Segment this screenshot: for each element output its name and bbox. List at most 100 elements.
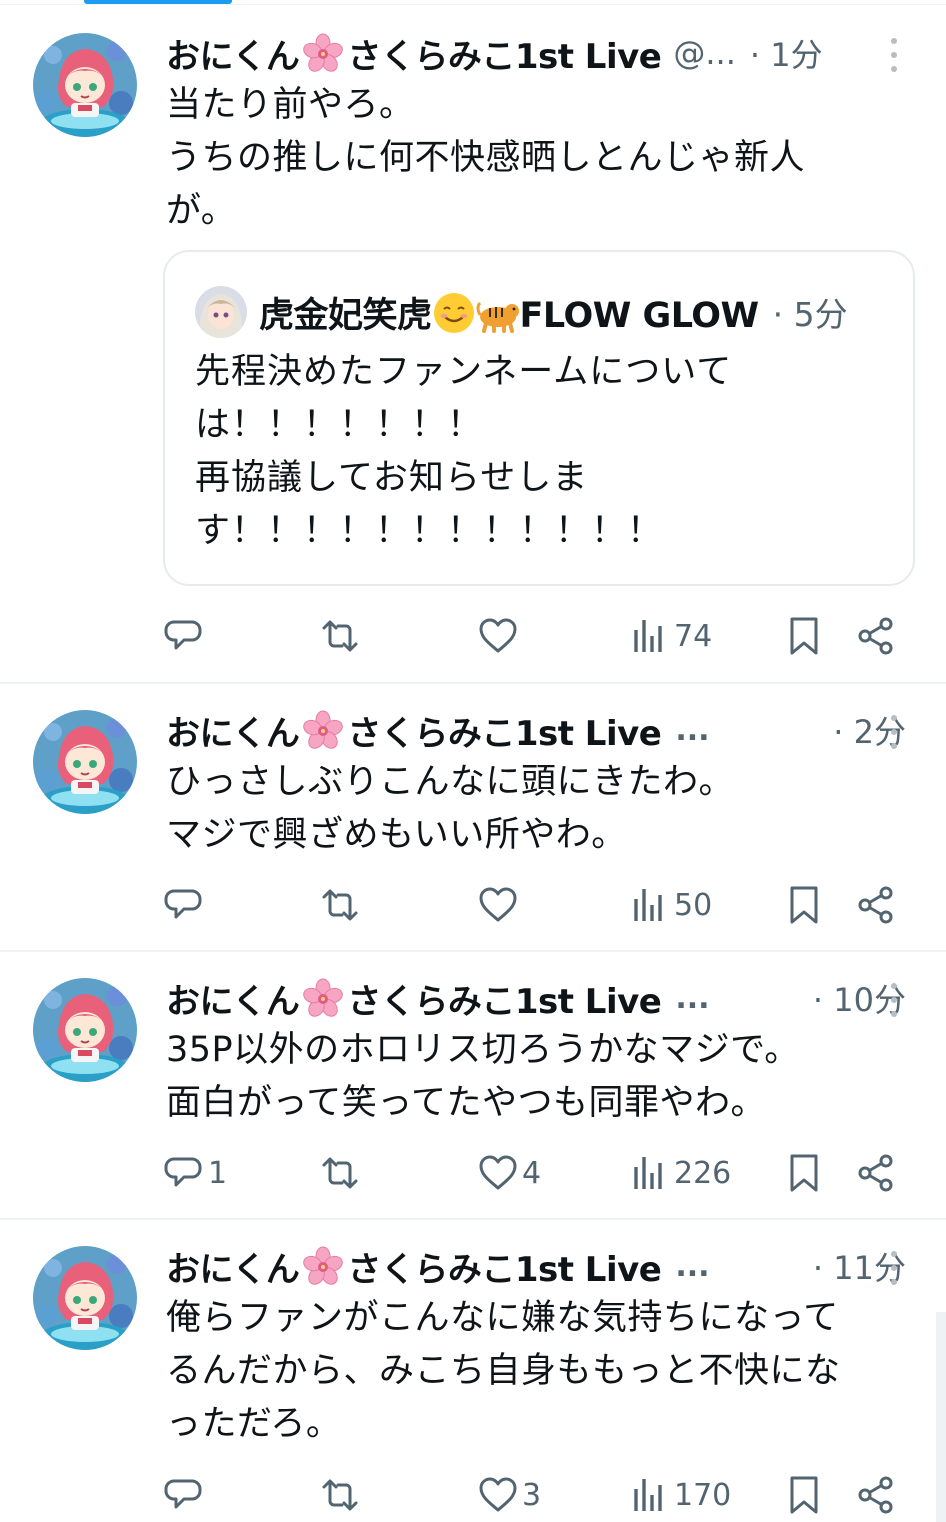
display-name[interactable]: おにくん さくらみこ1st Live [166, 29, 662, 78]
views-icon [630, 616, 670, 656]
views-button[interactable]: 170 [630, 1470, 731, 1520]
bookmark-button[interactable] [784, 611, 824, 661]
display-name[interactable]: おにくん さくらみこ1st Live [166, 1242, 662, 1291]
views-button[interactable]: 226 [630, 1148, 731, 1198]
avatar[interactable] [33, 978, 137, 1082]
quoted-tweet[interactable]: 虎金妃笑虎 FLOW GLOW · 5分 先程決めたファンネームについて は！！！… [163, 250, 915, 586]
display-name-part1: おにくん [166, 981, 300, 1022]
views-icon [630, 1153, 670, 1193]
display-name[interactable]: おにくん さくらみこ1st Live [166, 974, 662, 1023]
tweet-text-line: 俺らファンがこんなに嫌な気持ちになって [166, 1298, 839, 1338]
display-name-part1: おにくん [166, 36, 300, 77]
profile-picture [33, 33, 137, 137]
scrollbar[interactable] [936, 1312, 946, 1522]
tweet-4[interactable]: おにくん さくらみこ1st Live ... · 11分 俺らファンがこんなに嫌な… [0, 1220, 946, 1522]
bookmark-icon [784, 1475, 824, 1515]
heart-icon [478, 1153, 518, 1193]
views-button[interactable]: 50 [630, 880, 712, 930]
avatar[interactable] [33, 33, 137, 137]
tweet-text: 俺らファンがこんなに嫌な気持ちになって るんだから、みこち自身ももっと不快にな … [166, 1292, 906, 1451]
share-icon [856, 1475, 896, 1515]
bookmark-button[interactable] [784, 1148, 824, 1198]
avatar[interactable] [33, 710, 137, 814]
name-ellipsis: ... [675, 712, 710, 748]
retweet-icon [320, 616, 360, 656]
retweet-icon [320, 1475, 360, 1515]
bookmark-icon [784, 616, 824, 656]
share-button[interactable] [856, 880, 896, 930]
cherry-blossom-icon [301, 709, 345, 753]
bookmark-button[interactable] [784, 880, 824, 930]
display-name-part1: おにくん [166, 1249, 300, 1290]
views-count: 170 [674, 1477, 732, 1513]
name-ellipsis: ... [675, 980, 710, 1016]
quoted-text-line: は！！！！！！！ [195, 405, 484, 445]
retweet-button[interactable] [320, 880, 364, 930]
share-button[interactable] [856, 1148, 896, 1198]
quoted-text-line: 先程決めたファンネームについて [195, 352, 733, 392]
like-button[interactable] [478, 880, 522, 930]
cherry-blossom-icon [301, 32, 345, 76]
like-button[interactable]: 3 [478, 1470, 541, 1520]
reply-icon [164, 616, 204, 656]
display-name-part2: さくらみこ1st Live [347, 981, 662, 1022]
tweet-text-line: るんだから、みこち自身ももっと不快にな [166, 1351, 841, 1391]
like-button[interactable]: 4 [478, 1148, 541, 1198]
quoted-tweet-text: 先程決めたファンネームについて は！！！！！！！ 再協議してお知らせしま す！！… [195, 346, 732, 558]
display-name-part2: さくらみこ1st Live [347, 36, 662, 77]
reply-icon [164, 885, 204, 925]
retweet-button[interactable] [320, 1470, 364, 1520]
reply-button[interactable] [164, 1470, 208, 1520]
share-button[interactable] [856, 1470, 896, 1520]
tweet-2[interactable]: おにくん さくらみこ1st Live ... · 2分 ひっさしぶりこんなに頭にき… [0, 684, 946, 952]
reply-button[interactable] [164, 611, 208, 661]
display-name-part1: おにくん [166, 713, 300, 754]
tweet-header: おにくん さくらみこ1st Live @... · 1分 [166, 27, 906, 79]
views-count: 50 [674, 887, 713, 923]
heart-icon [478, 885, 518, 925]
timestamp[interactable]: · 1分 [750, 30, 823, 76]
reply-icon [164, 1475, 204, 1515]
views-button[interactable]: 74 [630, 611, 712, 661]
tweet-header: おにくん さくらみこ1st Live ... · 11分 [166, 1240, 906, 1292]
tweet-text-line: っただろ。 [166, 1404, 342, 1444]
display-name-part2: さくらみこ1st Live [347, 713, 662, 754]
share-icon [856, 885, 896, 925]
quoted-text-line: す！！！！！！！！！！！！ [195, 511, 664, 551]
cherry-blossom-icon [301, 1245, 345, 1289]
avatar[interactable] [33, 1246, 137, 1350]
tweet-text: ひっさしぶりこんなに頭にきたわ。 マジで興ざめもいい所やわ。 [166, 756, 906, 862]
profile-picture [33, 1246, 137, 1350]
action-bar: 3 170 [0, 1470, 946, 1520]
tweet-text-line: 当たり前やろ。 [166, 85, 415, 125]
views-count: 226 [674, 1155, 732, 1191]
handle[interactable]: @... [673, 34, 736, 72]
more-icon[interactable] [884, 1248, 904, 1288]
quoted-display-name: 虎金妃笑虎 FLOW GLOW [259, 287, 759, 338]
retweet-button[interactable] [320, 1148, 364, 1198]
tweet-text-line: 35P以外のホロリス切ろうかなマジで。 [166, 1030, 800, 1070]
like-count: 4 [522, 1155, 542, 1191]
tweet-3[interactable]: おにくん さくらみこ1st Live ... · 10分 35P以外のホロリス切ろ… [0, 952, 946, 1220]
reply-button[interactable] [164, 880, 208, 930]
quoted-text-line: 再協議してお知らせしま [195, 458, 589, 498]
reply-count: 1 [208, 1155, 228, 1191]
tweet-text: 35P以外のホロリス切ろうかなマジで。 面白がって笑ってたやつも同罪やわ。 [166, 1024, 906, 1130]
tweet-text-line: うちの推しに何不快感晒しとんじゃ新人 [166, 138, 806, 178]
action-bar: 1 4 226 [0, 1148, 946, 1198]
heart-icon [478, 616, 518, 656]
more-icon[interactable] [884, 980, 904, 1020]
reply-button[interactable]: 1 [164, 1148, 227, 1198]
bookmark-button[interactable] [784, 1470, 824, 1520]
more-icon[interactable] [884, 35, 904, 75]
display-name[interactable]: おにくん さくらみこ1st Live [166, 706, 662, 755]
share-icon [856, 1153, 896, 1193]
cherry-blossom-icon [301, 977, 345, 1021]
tweet-1[interactable]: おにくん さくらみこ1st Live @... · 1分 当たり前やろ。 うちの推… [0, 5, 946, 684]
more-icon[interactable] [884, 712, 904, 752]
share-button[interactable] [856, 611, 896, 661]
like-count: 3 [522, 1477, 542, 1513]
retweet-button[interactable] [320, 611, 364, 661]
action-bar: 50 [0, 880, 946, 930]
like-button[interactable] [478, 611, 522, 661]
